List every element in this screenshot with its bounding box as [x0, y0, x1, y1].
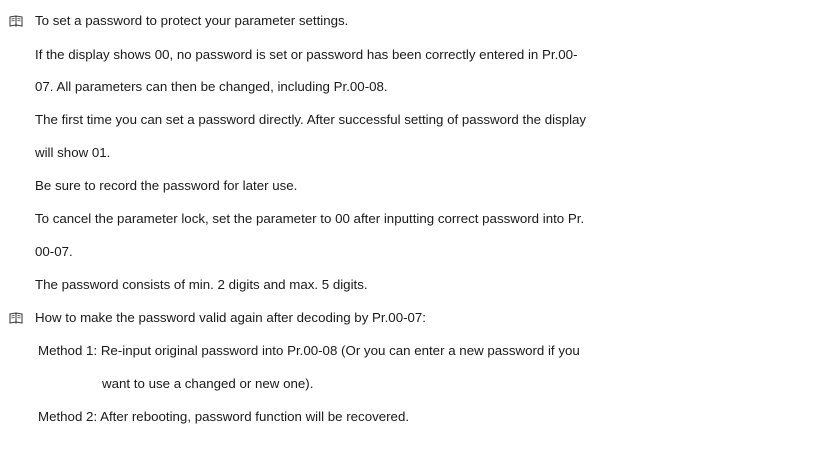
note-line: 07. All parameters can then be changed, … [35, 79, 388, 94]
note-line: If the display shows 00, no password is … [35, 47, 578, 62]
note-line: Be sure to record the password for later… [35, 178, 298, 193]
note-line: To set a password to protect your parame… [35, 13, 349, 28]
note-line: will show 01. [35, 145, 111, 160]
note-line: To cancel the parameter lock, set the pa… [35, 211, 585, 226]
method-line: Method 2: After rebooting, password func… [38, 409, 410, 424]
note-line: The password consists of min. 2 digits a… [35, 277, 368, 292]
method-line: Method 1: Re-input original password int… [38, 343, 580, 358]
note-line: How to make the password valid again aft… [35, 310, 427, 325]
note-line: 00-07. [35, 244, 73, 259]
note-line: The first time you can set a password di… [35, 112, 587, 127]
book-icon [9, 15, 23, 27]
method-line-continued: want to use a changed or new one). [102, 376, 314, 391]
book-icon [9, 312, 23, 324]
